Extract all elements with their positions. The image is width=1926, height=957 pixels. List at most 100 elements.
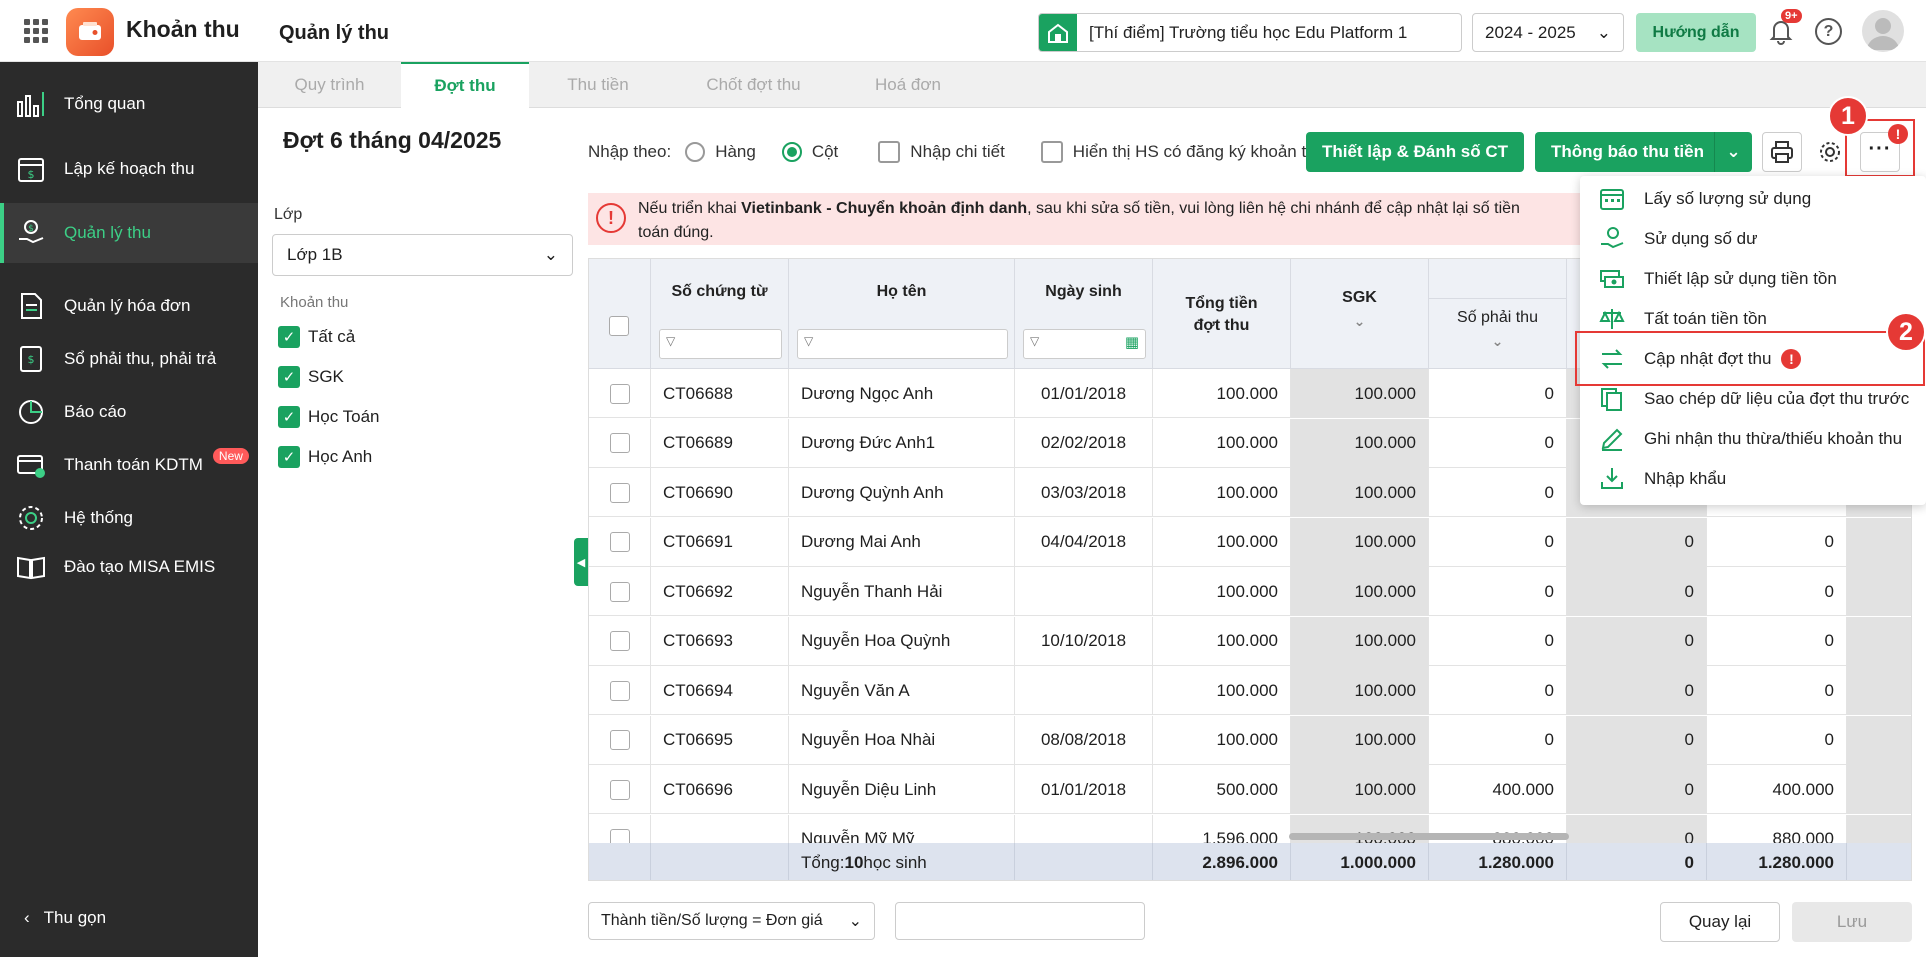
back-button[interactable]: Quay lại: [1660, 902, 1780, 942]
total-cell[interactable]: 100.000: [1153, 567, 1291, 616]
sgk-cell[interactable]: 100.000: [1291, 765, 1429, 814]
receivable-cell[interactable]: 0: [1429, 517, 1567, 567]
receivable-cell[interactable]: 0: [1429, 369, 1567, 418]
row-checkbox[interactable]: [609, 631, 630, 651]
horizontal-scrollbar[interactable]: [1289, 833, 1569, 840]
school-year-select[interactable]: 2024 - 2025 ⌄: [1472, 13, 1624, 52]
sgk-cell[interactable]: 100.000: [1291, 418, 1429, 468]
sidebar-item-invoice[interactable]: Quản lý hóa đơn: [0, 276, 258, 336]
tab-batch[interactable]: Đợt thu: [401, 62, 529, 108]
sgk-cell[interactable]: 100.000: [1291, 666, 1429, 715]
name-filter-input[interactable]: ▽: [797, 329, 1008, 359]
receivable-cell[interactable]: 0: [1429, 418, 1567, 468]
table-row[interactable]: CT06694 Nguyễn Văn A 100.000 100.000 0 0 0: [589, 666, 1911, 715]
total-cell[interactable]: 100.000: [1153, 616, 1291, 666]
col-7-cell[interactable]: 0: [1567, 517, 1707, 567]
col-7-cell[interactable]: 0: [1567, 616, 1707, 666]
row-checkbox[interactable]: [609, 730, 630, 750]
sidebar-item-manage[interactable]: $ Quản lý thu: [0, 203, 258, 263]
table-row[interactable]: CT06693 Nguyễn Hoa Quỳnh 10/10/2018 100.000…: [589, 616, 1911, 666]
receivable-cell[interactable]: 0: [1429, 715, 1567, 765]
school-selector[interactable]: [Thí điểm] Trường tiểu học Edu Platform …: [1038, 13, 1462, 52]
table-row[interactable]: CT06695 Nguyễn Hoa Nhài 08/08/2018 100.000 1…: [589, 715, 1911, 765]
receivable-cell[interactable]: 0: [1429, 468, 1567, 517]
sgk-cell[interactable]: 100.000: [1291, 517, 1429, 567]
col-8-cell[interactable]: 0: [1707, 616, 1847, 666]
sidebar-item-overview[interactable]: Tổng quan: [0, 74, 258, 134]
select-all-checkbox[interactable]: [609, 316, 629, 336]
row-checkbox[interactable]: [609, 383, 630, 404]
receivable-cell[interactable]: 400.000: [1429, 765, 1567, 814]
radio-column[interactable]: [781, 142, 802, 162]
show-registered-checkbox[interactable]: [1040, 141, 1063, 163]
total-cell[interactable]: 100.000: [1153, 369, 1291, 418]
detail-checkbox[interactable]: [878, 141, 901, 163]
sgk-cell[interactable]: 100.000: [1291, 369, 1429, 418]
sidebar-item-cashless[interactable]: Thanh toán KDTM New: [0, 435, 258, 495]
tab-close-batch[interactable]: Chốt đợt thu: [667, 62, 840, 108]
total-cell[interactable]: 100.000: [1153, 517, 1291, 567]
col-8-cell[interactable]: 400.000: [1707, 765, 1847, 814]
save-button[interactable]: Lưu: [1792, 902, 1912, 942]
guide-button[interactable]: Hướng dẫn: [1636, 13, 1756, 52]
fee-checkbox-all[interactable]: ✓ Tất cả: [278, 326, 355, 348]
table-row[interactable]: CT06691 Dương Mai Anh 04/04/2018 100.000 100…: [589, 517, 1911, 567]
help-icon[interactable]: ?: [1815, 18, 1842, 45]
row-checkbox[interactable]: [609, 482, 630, 503]
chevron-down-icon[interactable]: ⌄: [1291, 313, 1428, 330]
notify-button[interactable]: Thông báo thu tiền ⌄: [1535, 132, 1752, 172]
sgk-cell[interactable]: 100.000: [1291, 715, 1429, 765]
receivable-cell[interactable]: 0: [1429, 567, 1567, 616]
class-select[interactable]: Lớp 1B ⌄: [272, 234, 573, 276]
col-7-cell[interactable]: 0: [1567, 765, 1707, 814]
chevron-down-icon[interactable]: ⌄: [1429, 333, 1566, 350]
table-row[interactable]: CT06692 Nguyễn Thanh Hải 100.000 100.000 0 0 0: [589, 567, 1911, 616]
sidebar-item-report[interactable]: Báo cáo: [0, 382, 258, 442]
panel-toggle[interactable]: ◀: [574, 538, 588, 586]
app-grid-icon[interactable]: [24, 19, 48, 43]
collapse-button[interactable]: ‹ Thu gọn: [24, 908, 106, 928]
voucher-filter-input[interactable]: ▽: [659, 329, 782, 359]
radio-row[interactable]: [685, 142, 706, 162]
receivable-cell[interactable]: 0: [1429, 666, 1567, 715]
col-7-cell[interactable]: 0: [1567, 666, 1707, 715]
chevron-down-icon[interactable]: ⌄: [1714, 132, 1752, 172]
menu-item-get-usage[interactable]: Lấy số lượng sử dụng: [1580, 179, 1926, 219]
sidebar-item-training[interactable]: Đào tạo MISA EMIS: [0, 537, 258, 597]
avatar[interactable]: [1862, 10, 1904, 52]
receivable-cell[interactable]: 0: [1429, 616, 1567, 666]
sidebar-item-ledger[interactable]: $ Sổ phải thu, phải trả: [0, 329, 258, 389]
row-checkbox[interactable]: [609, 581, 630, 602]
total-cell[interactable]: 100.000: [1153, 666, 1291, 715]
tab-invoice[interactable]: Hoá đơn: [840, 62, 976, 108]
dob-filter-input[interactable]: ▽ ▦: [1023, 329, 1146, 359]
total-cell[interactable]: 100.000: [1153, 418, 1291, 468]
tab-collect[interactable]: Thu tiền: [529, 62, 667, 108]
col-7-cell[interactable]: 0: [1567, 567, 1707, 616]
table-row[interactable]: CT06696 Nguyễn Diệu Linh 01/01/2018 500.000…: [589, 765, 1911, 814]
sgk-cell[interactable]: 100.000: [1291, 616, 1429, 666]
fee-checkbox-sgk[interactable]: ✓ SGK: [278, 366, 344, 388]
sgk-cell[interactable]: 100.000: [1291, 468, 1429, 517]
row-checkbox[interactable]: [609, 779, 630, 800]
row-checkbox[interactable]: [609, 680, 630, 701]
formula-select[interactable]: Thành tiền/Số lượng = Đơn giá ⌄: [588, 902, 875, 940]
setup-button[interactable]: Thiết lập & Đánh số CT: [1306, 132, 1524, 172]
row-checkbox[interactable]: [609, 433, 630, 453]
tab-process[interactable]: Quy trình: [258, 62, 401, 108]
menu-item-setup-remaining[interactable]: Thiết lập sử dụng tiền tồn: [1580, 259, 1926, 299]
col-8-cell[interactable]: 0: [1707, 666, 1847, 715]
sidebar-item-plan[interactable]: $ Lập kế hoạch thu: [0, 139, 258, 199]
col-8-cell[interactable]: 0: [1707, 517, 1847, 567]
print-button[interactable]: [1762, 132, 1802, 172]
fee-checkbox-math[interactable]: ✓ Học Toán: [278, 406, 380, 428]
settings-button[interactable]: [1810, 132, 1850, 172]
sgk-cell[interactable]: 100.000: [1291, 567, 1429, 616]
calendar-icon[interactable]: ▦: [1125, 333, 1139, 351]
total-cell[interactable]: 100.000: [1153, 715, 1291, 765]
total-cell[interactable]: 100.000: [1153, 468, 1291, 517]
formula-input[interactable]: [895, 902, 1145, 940]
row-checkbox[interactable]: [609, 532, 630, 552]
total-cell[interactable]: 500.000: [1153, 765, 1291, 814]
fee-checkbox-english[interactable]: ✓ Học Anh: [278, 446, 372, 468]
